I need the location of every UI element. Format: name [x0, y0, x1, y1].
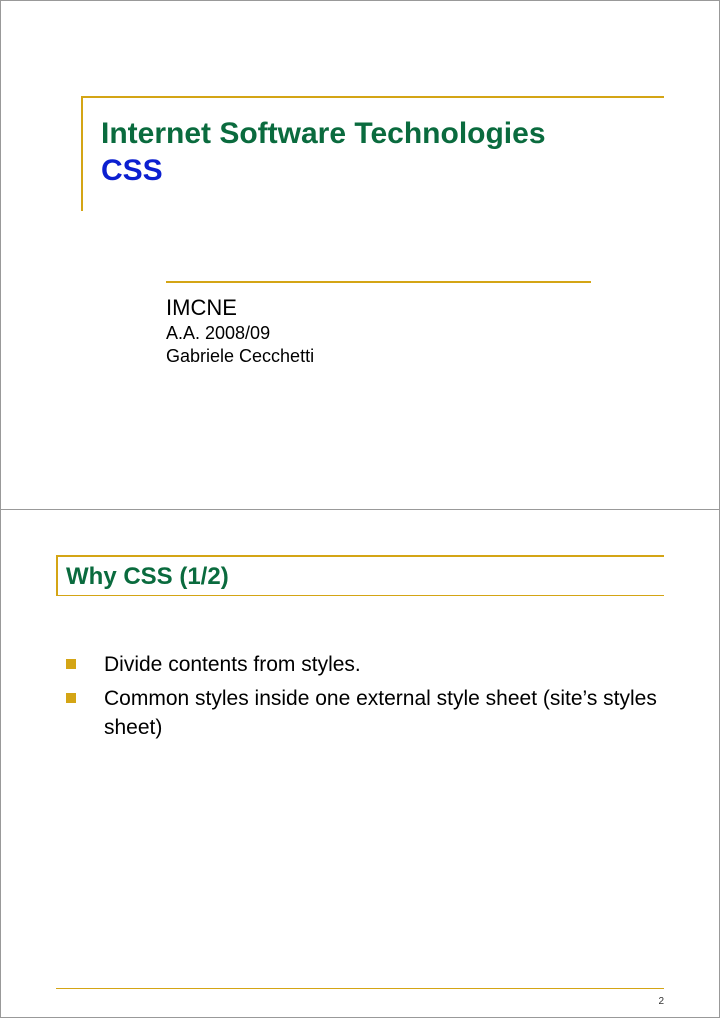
- title-frame: Internet Software Technologies CSS: [81, 96, 664, 211]
- page-number: 2: [658, 996, 664, 1007]
- bullet-list: Divide contents from styles. Common styl…: [66, 651, 664, 742]
- title-sub: CSS: [101, 154, 664, 188]
- author-year: A.A. 2008/09: [166, 323, 591, 344]
- bullet-text: Common styles inside one external style …: [104, 685, 664, 742]
- bullet-icon: [66, 693, 76, 703]
- footer-rule: [56, 988, 664, 989]
- heading-frame: Why CSS (1/2): [56, 555, 664, 596]
- author-org: IMCNE: [166, 295, 591, 321]
- author-name: Gabriele Cecchetti: [166, 346, 591, 367]
- bullet-icon: [66, 659, 76, 669]
- list-item: Common styles inside one external style …: [66, 685, 664, 742]
- title-main: Internet Software Technologies: [101, 116, 664, 152]
- slide-title: Internet Software Technologies CSS IMCNE…: [1, 1, 719, 509]
- page-container: Internet Software Technologies CSS IMCNE…: [0, 0, 720, 1018]
- slide-heading: Why CSS (1/2): [66, 563, 664, 591]
- list-item: Divide contents from styles.: [66, 651, 664, 679]
- slide-why-css: Why CSS (1/2) Divide contents from style…: [1, 509, 719, 1017]
- author-block: IMCNE A.A. 2008/09 Gabriele Cecchetti: [166, 281, 591, 367]
- bullet-text: Divide contents from styles.: [104, 651, 361, 679]
